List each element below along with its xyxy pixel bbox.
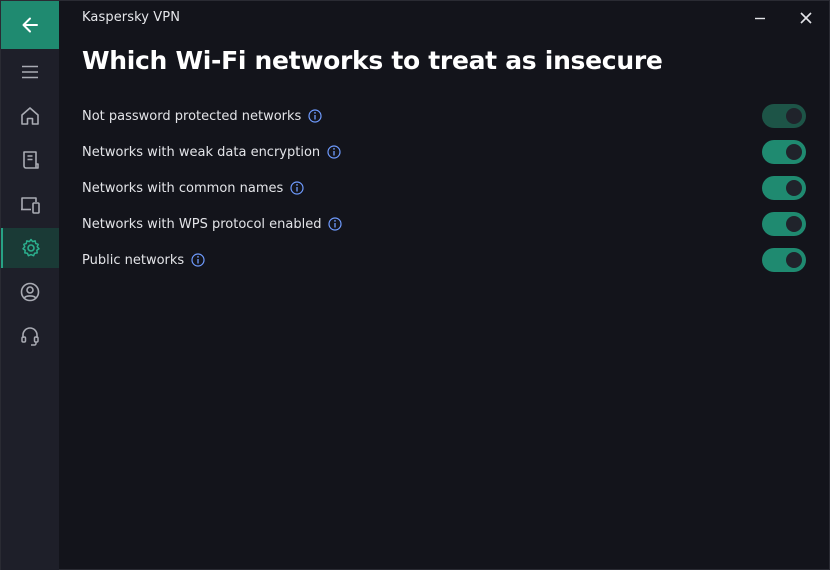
- setting-row-not-password-protected: Not password protected networks: [82, 103, 808, 129]
- sidebar-item-home[interactable]: [1, 96, 59, 136]
- close-icon: [800, 12, 812, 24]
- setting-label: Public networks: [82, 252, 185, 268]
- close-button[interactable]: [792, 5, 820, 31]
- sidebar-item-account[interactable]: [1, 272, 59, 312]
- devices-icon: [21, 197, 40, 214]
- toggle-knob: [786, 216, 802, 232]
- sidebar-item-devices[interactable]: [1, 185, 59, 225]
- app-title: Kaspersky VPN: [82, 10, 181, 25]
- sidebar-item-menu[interactable]: [1, 52, 59, 92]
- toggle-public-networks[interactable]: [762, 248, 806, 272]
- info-icon[interactable]: [290, 181, 304, 195]
- headset-icon: [21, 327, 39, 346]
- app-window: Kaspersky VPN Which Wi-Fi networks to tr…: [0, 0, 830, 570]
- page-title: Which Wi-Fi networks to treat as insecur…: [82, 46, 663, 75]
- minimize-icon: [755, 17, 765, 20]
- sidebar-item-reports[interactable]: [1, 140, 59, 180]
- info-icon[interactable]: [308, 109, 322, 123]
- setting-row-weak-encryption: Networks with weak data encryption: [82, 139, 808, 165]
- toggle-wps-protocol[interactable]: [762, 212, 806, 236]
- menu-icon: [22, 65, 38, 79]
- info-icon[interactable]: [327, 145, 341, 159]
- sidebar-item-support[interactable]: [1, 316, 59, 356]
- toggle-knob: [786, 252, 802, 268]
- setting-row-public-networks: Public networks: [82, 247, 808, 273]
- setting-label: Not password protected networks: [82, 108, 302, 124]
- arrow-left-icon: [22, 17, 38, 33]
- gear-icon: [22, 238, 40, 257]
- home-icon: [21, 107, 39, 125]
- setting-row-common-names: Networks with common names: [82, 175, 808, 201]
- sidebar-item-settings[interactable]: [1, 228, 59, 268]
- setting-label: Networks with WPS protocol enabled: [82, 216, 322, 232]
- toggle-weak-encryption[interactable]: [762, 140, 806, 164]
- setting-row-wps-protocol: Networks with WPS protocol enabled: [82, 211, 808, 237]
- info-icon[interactable]: [191, 253, 205, 267]
- toggle-not-password-protected[interactable]: [762, 104, 806, 128]
- account-icon: [20, 282, 40, 302]
- toggle-knob: [786, 108, 802, 124]
- info-icon[interactable]: [328, 217, 343, 231]
- back-button[interactable]: [1, 1, 59, 49]
- report-icon: [23, 151, 39, 169]
- toggle-knob: [786, 180, 802, 196]
- toggle-common-names[interactable]: [762, 176, 806, 200]
- setting-label: Networks with weak data encryption: [82, 144, 321, 160]
- toggle-knob: [786, 144, 802, 160]
- setting-label: Networks with common names: [82, 180, 284, 196]
- sidebar: [1, 1, 59, 570]
- minimize-button[interactable]: [746, 5, 774, 31]
